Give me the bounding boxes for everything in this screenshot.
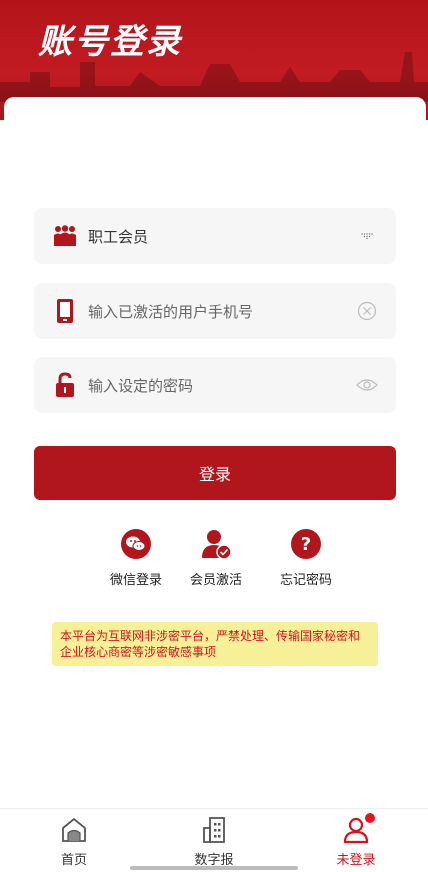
- member-type-value: 职工会员: [88, 227, 149, 246]
- members-icon: [52, 223, 78, 249]
- member-activate-icon: [199, 527, 233, 561]
- login-card: 职工会员 输入已激活的用户手机号 输入设定的密码 登录 微信登录 会员激活 ? …: [4, 97, 426, 817]
- tab-not-logged-in-label: 未登录: [336, 853, 376, 868]
- wechat-login-label: 微信登录: [109, 573, 162, 588]
- forgot-password-button[interactable]: ? 忘记密码: [266, 527, 346, 588]
- page-title: 账号登录: [38, 22, 182, 62]
- tab-home-label: 首页: [60, 853, 87, 868]
- lock-icon: [52, 372, 78, 398]
- phone-input[interactable]: 输入已激活的用户手机号: [88, 301, 356, 322]
- tab-digital-paper[interactable]: 数字报: [174, 815, 254, 868]
- clear-icon[interactable]: [356, 300, 378, 322]
- building-icon: [199, 815, 229, 845]
- question-icon: ?: [289, 527, 323, 561]
- tab-bar: 首页 数字报 未登录: [0, 808, 428, 872]
- home-icon: [59, 815, 89, 845]
- phone-field[interactable]: 输入已激活的用户手机号: [34, 283, 396, 339]
- phone-icon: [52, 298, 78, 324]
- tab-not-logged-in[interactable]: 未登录: [316, 813, 396, 868]
- wechat-login-button[interactable]: 微信登录: [96, 527, 176, 588]
- member-activate-button[interactable]: 会员激活: [176, 527, 256, 588]
- password-input[interactable]: 输入设定的密码: [88, 375, 356, 396]
- security-notice: 本平台为互联网非涉密平台，严禁处理、传输国家秘密和企业核心商密等涉密敏感事项: [52, 622, 378, 666]
- user-icon: [341, 813, 375, 845]
- dropdown-icon[interactable]: [356, 225, 378, 247]
- member-type-select[interactable]: 职工会员: [34, 208, 396, 264]
- member-activate-label: 会员激活: [189, 573, 242, 588]
- home-indicator: [130, 866, 298, 870]
- notification-dot: [365, 813, 375, 823]
- password-field[interactable]: 输入设定的密码: [34, 357, 396, 413]
- svg-text:?: ?: [301, 534, 311, 555]
- forgot-password-label: 忘记密码: [279, 573, 332, 588]
- tab-home[interactable]: 首页: [34, 815, 114, 868]
- eye-icon[interactable]: [356, 374, 378, 396]
- login-button[interactable]: 登录: [34, 446, 396, 500]
- wechat-icon: [119, 527, 153, 561]
